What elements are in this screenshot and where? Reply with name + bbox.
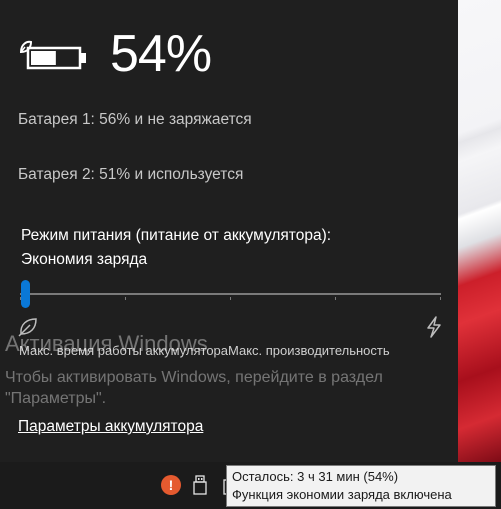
battery-settings-link[interactable]: Параметры аккумулятора [18,418,203,436]
battery-2-status: Батарея 2: 51% и используется [18,166,244,183]
power-mode-slider[interactable] [20,280,441,308]
slider-tick [440,297,441,300]
tooltip-line-1: Осталось: 3 ч 31 мин (54%) [232,469,399,484]
warning-icon[interactable]: ! [161,475,181,495]
battery-1-status: Батарея 1: 56% и не заряжается [18,111,252,128]
slider-tick [230,297,231,300]
activation-watermark-text: Чтобы активировать Windows, перейдите в … [5,369,383,407]
activation-watermark-title: Активация Windows [5,331,208,356]
slider-tick [125,297,126,300]
tooltip-line-2: Функция экономии заряда включена [232,487,452,502]
power-mode-title: Режим питания (питание от аккумулятора): [21,227,332,244]
battery-saver-icon [19,40,86,70]
power-mode-value: Экономия заряда [21,251,148,268]
slider-thumb[interactable] [21,280,30,308]
desktop-wallpaper [458,0,501,462]
bolt-icon [427,316,441,338]
battery-tooltip: Осталось: 3 ч 31 мин (54%) Функция эконо… [226,465,496,507]
slider-track[interactable] [20,293,441,295]
slider-tick [335,297,336,300]
usb-icon[interactable] [192,474,208,496]
battery-percent: 54% [110,25,212,83]
